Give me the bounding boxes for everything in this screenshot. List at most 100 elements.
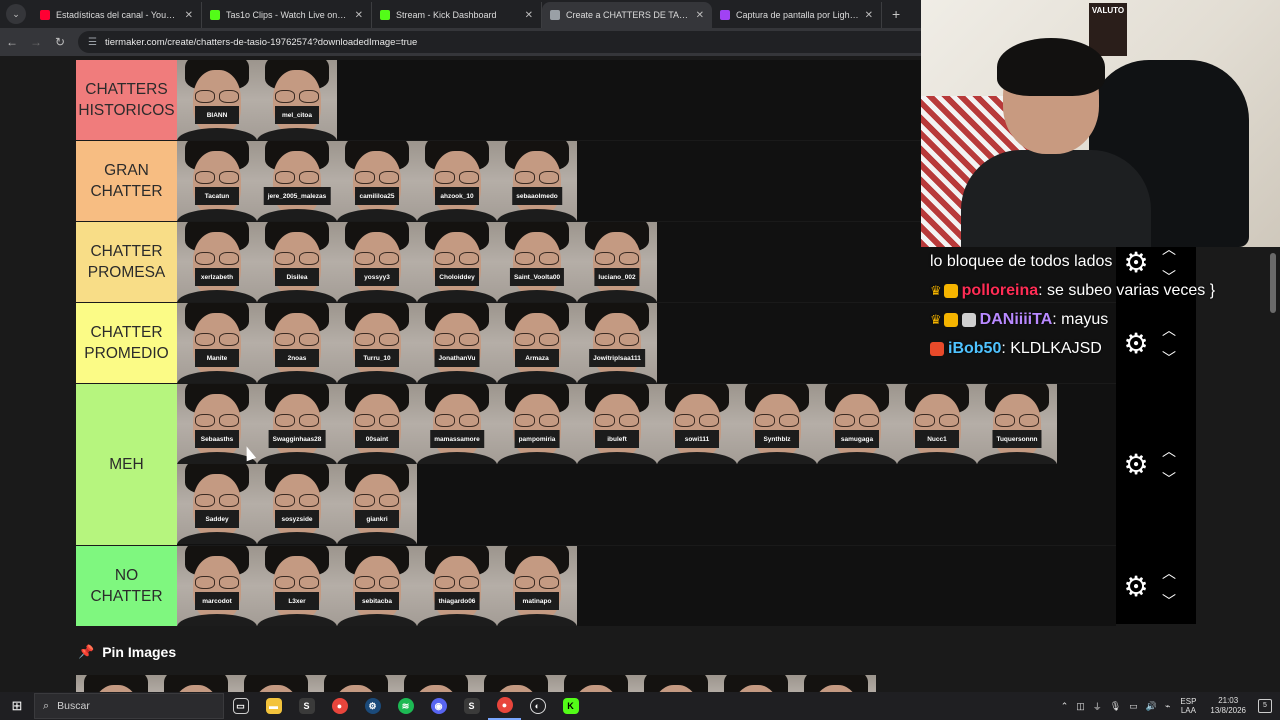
- pinned-image[interactable]: [796, 675, 876, 692]
- chatter-card[interactable]: Tacatun: [177, 141, 257, 221]
- forward-button[interactable]: →: [24, 35, 48, 49]
- taskbar-search[interactable]: ⌕ Buscar: [34, 693, 224, 719]
- chatter-card[interactable]: Choloiddey: [417, 222, 497, 302]
- chat-username[interactable]: iBob50: [948, 340, 1001, 358]
- notification-icon[interactable]: 5: [1258, 699, 1272, 713]
- tab-search-button[interactable]: ⌄: [6, 4, 26, 24]
- discord-icon[interactable]: ◉: [422, 692, 455, 720]
- address-bar[interactable]: ☰ tiermaker.com/create/chatters-de-tasio…: [78, 31, 978, 53]
- chatter-card[interactable]: Swagginhaas28: [257, 384, 337, 464]
- tab-close-icon[interactable]: ✕: [185, 10, 193, 21]
- browser-tab[interactable]: Create a CHATTERS DE TASIO T ✕: [542, 2, 712, 28]
- chatter-card[interactable]: pampomiria: [497, 384, 577, 464]
- steam-icon[interactable]: ⚙: [356, 692, 389, 720]
- chatter-card[interactable]: mamassamore: [417, 384, 497, 464]
- pinned-image[interactable]: [236, 675, 316, 692]
- start-button[interactable]: ⊞: [0, 698, 34, 714]
- chatter-card[interactable]: mel_citoa: [257, 60, 337, 140]
- tier-label[interactable]: MEH: [76, 384, 177, 545]
- file-explorer-icon[interactable]: ▬: [257, 692, 290, 720]
- chatter-card[interactable]: Disilea: [257, 222, 337, 302]
- chatter-card[interactable]: jere_2005_malezas: [257, 141, 337, 221]
- pinned-image[interactable]: [636, 675, 716, 692]
- new-tab-button[interactable]: +: [892, 6, 900, 22]
- obs-icon[interactable]: S: [455, 692, 488, 720]
- site-info-icon[interactable]: ☰: [88, 37, 97, 48]
- tier-settings-gear-icon[interactable]: ⚙: [1120, 449, 1152, 481]
- chat-username[interactable]: polloreina: [962, 282, 1038, 300]
- pinned-image[interactable]: [716, 675, 796, 692]
- chatter-card[interactable]: luciano_002: [577, 222, 657, 302]
- task-view-icon[interactable]: ▭: [224, 692, 257, 720]
- taskbar-app-icon[interactable]: S: [290, 692, 323, 720]
- chatter-card[interactable]: Armaza: [497, 303, 577, 383]
- back-button[interactable]: ←: [0, 35, 24, 49]
- volume-icon[interactable]: 🔊: [1146, 701, 1157, 712]
- pinned-image[interactable]: [76, 675, 156, 692]
- move-tier-down-icon[interactable]: ﹀: [1162, 465, 1176, 493]
- tier-label[interactable]: CHATTER PROMEDIO: [76, 303, 177, 383]
- pinned-image[interactable]: [396, 675, 476, 692]
- chatter-card[interactable]: Jowitriplsaa111: [577, 303, 657, 383]
- tab-close-icon[interactable]: ✕: [865, 10, 873, 21]
- chrome-active-icon[interactable]: ●: [488, 692, 521, 720]
- browser-tab[interactable]: Tas1o Clips - Watch Live on Kick ✕: [202, 2, 372, 28]
- chatter-card[interactable]: JonathanVu: [417, 303, 497, 383]
- browser-tab[interactable]: Captura de pantalla por Lightsh ✕: [712, 2, 882, 28]
- chatter-card[interactable]: Saint_Voolta00: [497, 222, 577, 302]
- chatter-card[interactable]: 00saint: [337, 384, 417, 464]
- tier-label[interactable]: CHATTERS HISTORICOS: [76, 60, 177, 140]
- chatter-card[interactable]: thiagardo06: [417, 546, 497, 626]
- chatter-card[interactable]: xerlzabeth: [177, 222, 257, 302]
- chatter-card[interactable]: sosyzside: [257, 464, 337, 544]
- chrome-icon[interactable]: ●: [323, 692, 356, 720]
- chatter-card[interactable]: ahzook_10: [417, 141, 497, 221]
- chat-username[interactable]: DANiiiiTA: [980, 311, 1053, 329]
- move-tier-up-icon[interactable]: ︿: [1162, 559, 1176, 587]
- tier-settings-gear-icon[interactable]: ⚙: [1120, 571, 1152, 603]
- pinned-image[interactable]: [556, 675, 636, 692]
- chatter-card[interactable]: camililoa25: [337, 141, 417, 221]
- display-icon[interactable]: ▭: [1129, 701, 1138, 712]
- browser-tab[interactable]: Stream - Kick Dashboard ✕: [372, 2, 542, 28]
- chatter-card[interactable]: matinapo: [497, 546, 577, 626]
- spotify-icon[interactable]: ≋: [389, 692, 422, 720]
- tray-overflow-icon[interactable]: ⌃: [1061, 701, 1069, 712]
- pinned-image[interactable]: [316, 675, 396, 692]
- chatter-card[interactable]: Nucc1: [897, 384, 977, 464]
- tab-close-icon[interactable]: ✕: [525, 10, 533, 21]
- pinned-image[interactable]: [476, 675, 556, 692]
- chatter-card[interactable]: BIANN: [177, 60, 257, 140]
- tier-label[interactable]: NO CHATTER: [76, 546, 177, 626]
- chatter-card[interactable]: Manite: [177, 303, 257, 383]
- chatter-card[interactable]: sebaaolmedo: [497, 141, 577, 221]
- scrollbar-thumb[interactable]: [1270, 253, 1276, 313]
- app-circle-icon[interactable]: ◐: [521, 692, 554, 720]
- move-tier-down-icon[interactable]: ﹀: [1162, 587, 1176, 615]
- chatter-card[interactable]: sowi111: [657, 384, 737, 464]
- tier-label[interactable]: GRAN CHATTER: [76, 141, 177, 221]
- microphone-icon[interactable]: 🎙: [1110, 701, 1121, 712]
- move-tier-up-icon[interactable]: ︿: [1162, 437, 1176, 465]
- chatter-card[interactable]: Saddey: [177, 464, 257, 544]
- network-icon[interactable]: ⌁: [1165, 701, 1170, 712]
- chatter-card[interactable]: L3xer: [257, 546, 337, 626]
- reload-button[interactable]: ↻: [48, 35, 72, 49]
- browser-tab[interactable]: Estadísticas del canal - YouTube ✕: [32, 2, 202, 28]
- usb-icon[interactable]: ⏚: [1093, 700, 1102, 713]
- tab-close-icon[interactable]: ✕: [696, 10, 704, 21]
- pinned-image[interactable]: [156, 675, 236, 692]
- chatter-card[interactable]: samugaga: [817, 384, 897, 464]
- clock[interactable]: 21:03 13/8/2026: [1210, 696, 1246, 716]
- chatter-card[interactable]: yossyy3: [337, 222, 417, 302]
- chatter-card[interactable]: giankri: [337, 464, 417, 544]
- chatter-card[interactable]: 2noas: [257, 303, 337, 383]
- language-indicator[interactable]: ESP LAA: [1180, 697, 1196, 715]
- chatter-card[interactable]: sebitacba: [337, 546, 417, 626]
- tray-app-icon[interactable]: ◫: [1076, 701, 1085, 712]
- chatter-card[interactable]: marcodot: [177, 546, 257, 626]
- kick-icon[interactable]: K: [554, 692, 587, 720]
- chatter-card[interactable]: Tuquersonnn: [977, 384, 1057, 464]
- chatter-card[interactable]: ibuleft: [577, 384, 657, 464]
- tab-close-icon[interactable]: ✕: [355, 10, 363, 21]
